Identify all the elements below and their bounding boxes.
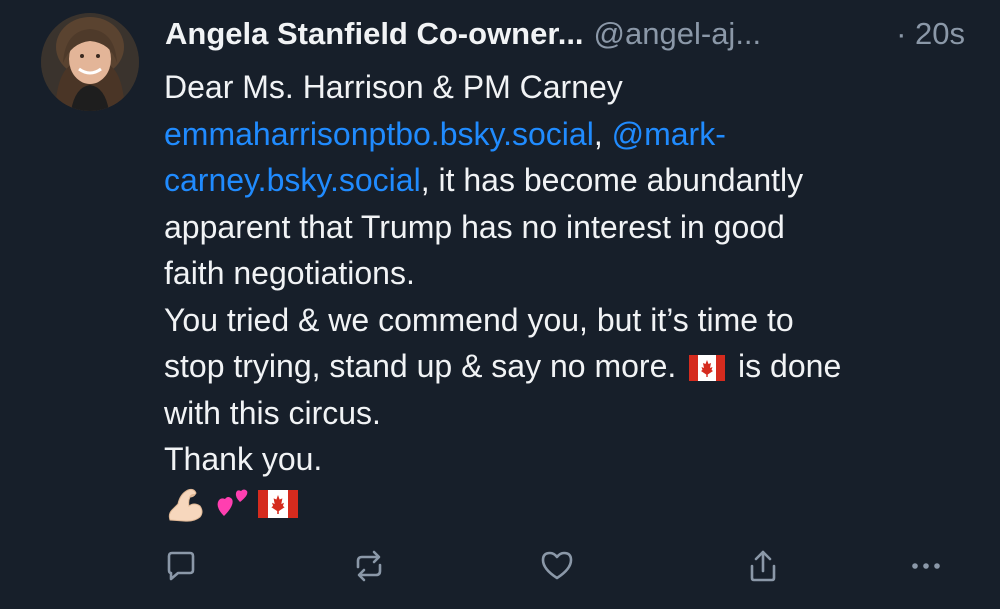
emoji-row xyxy=(164,484,298,528)
mention-link[interactable]: emmaharrisonptbo.bsky.social xyxy=(164,116,594,152)
text-line: Dear Ms. Harrison & PM Carney xyxy=(164,69,623,105)
text-line: faith negotiations. xyxy=(164,255,415,291)
mention-link[interactable]: carney.bsky.social xyxy=(164,162,421,198)
reply-button[interactable] xyxy=(159,544,203,588)
post-actions xyxy=(0,544,1000,588)
flexed-biceps-icon xyxy=(164,484,206,529)
share-button[interactable] xyxy=(741,544,785,588)
post-text: Dear Ms. Harrison & PM Carney emmaharris… xyxy=(164,64,964,483)
text-line: stop trying, stand up & say no more. is … xyxy=(164,348,842,384)
canada-flag-icon xyxy=(258,489,298,523)
author-handle[interactable]: @angel-aj... xyxy=(594,16,762,51)
post-header: Angela Stanfield Co-owner... @angel-aj...… xyxy=(165,12,965,56)
mention-link[interactable]: @mark- xyxy=(612,116,726,152)
two-hearts-icon xyxy=(214,486,250,527)
text-line: apparent that Trump has no interest in g… xyxy=(164,208,785,245)
text-line: with this circus. xyxy=(164,394,381,431)
repost-button[interactable] xyxy=(347,544,391,588)
text-line: You tried & we commend you, but it’s tim… xyxy=(164,301,794,338)
more-options-button[interactable] xyxy=(904,544,948,588)
reply-icon xyxy=(167,551,195,581)
canada-flag-icon xyxy=(689,355,726,381)
text-line: emmaharrisonptbo.bsky.social, @mark- xyxy=(164,115,726,152)
avatar[interactable] xyxy=(41,13,139,111)
post-timestamp[interactable]: · 20s xyxy=(896,12,965,56)
repost-icon xyxy=(356,550,382,582)
heart-icon xyxy=(541,551,573,580)
like-button[interactable] xyxy=(535,544,579,588)
share-icon xyxy=(750,550,776,582)
post: Angela Stanfield Co-owner... @angel-aj...… xyxy=(0,0,1000,609)
more-icon xyxy=(912,563,940,569)
avatar-image xyxy=(41,13,139,111)
text-line: Thank you. xyxy=(164,441,323,477)
author-name[interactable]: Angela Stanfield Co-owner... xyxy=(165,16,584,51)
text-line: carney.bsky.social, it has become abunda… xyxy=(164,162,804,198)
